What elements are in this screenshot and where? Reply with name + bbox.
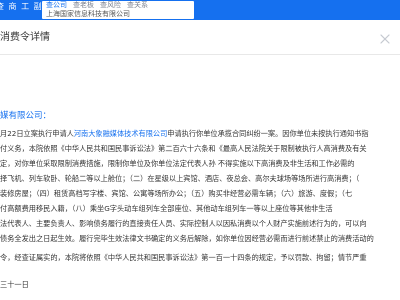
close-icon[interactable] [378,32,392,46]
document-line-1: 月22日立案执行申请人河南大象融媒体技术有限公司申请执行你单位承揽合同纠纷一案。… [0,126,400,141]
document-line-8: 债务全发出之日起生效。履行完毕生效法律文书确定的义务后解除，如你单位因经营必需而… [0,234,374,243]
document-line-1-start: 月22日立案执行申请人 [0,129,74,138]
document-line-5: 装修房屋；（四）租赁高档写字楼、宾馆、公寓等场所办公；（五）购买非经营必需车辆；… [0,189,353,198]
search-box[interactable]: 查公司 查老板 查风险 查关系 上海国家信息科技有限公司 [42,1,194,19]
brand-logo-text[interactable]: 查 商 工 副 [0,2,43,11]
dialog-title: 消费令详情 [0,32,50,43]
document-line-1-end: 申请执行你单位承揽合同纠纷一案。因你单位未按执行通知书指 [167,129,369,138]
document-date: 三十一日 [0,280,29,289]
document-line-2: 付义务，本院依照《中华人民共和国民事诉讼法》第二百六十六条和《最高人民法院关于限… [0,144,367,153]
document-line-3: 定，对你单位采取限制消费措施，限制你单位及你单位法定代表人孙 不得实施以下高消费… [0,159,355,168]
top-navigation-bar: 查 商 工 副 查公司 查老板 查风险 查关系 上海国家信息科技有限公司 [0,0,400,20]
conclusion-text: 令，经查证属实的，本院将依照《中华人民共和国民事诉讼法》第一百一十四条的规定，予… [0,253,367,262]
document-line-7: 法代表人、主要负责人、影响债务履行的直接责任人员、实际控制人以因私消费以个人财产… [0,219,367,228]
dialog-header: 消费令详情 [0,28,400,50]
document-line-6: 付高额费用移民入籍，（八）乘坐G字头动车组列车全部座位、其他动车组列车一等以上座… [0,204,333,213]
applicant-company-link[interactable]: 河南大象融媒体技术有限公司 [74,129,167,138]
consumption-order-text: 月22日立案执行申请人河南大象融媒体技术有限公司申请执行你单位承揽合同纠纷一案。… [0,126,400,246]
header-divider [0,54,400,55]
recipient-company: 媒有限公司： [0,111,52,121]
search-input[interactable]: 上海国家信息科技有限公司 [46,10,190,19]
document-line-4: 择飞机、列车软卧、轮船二等以上舱位；（二）在星级以上宾馆、酒店、夜总会、高尔夫球… [0,174,360,183]
